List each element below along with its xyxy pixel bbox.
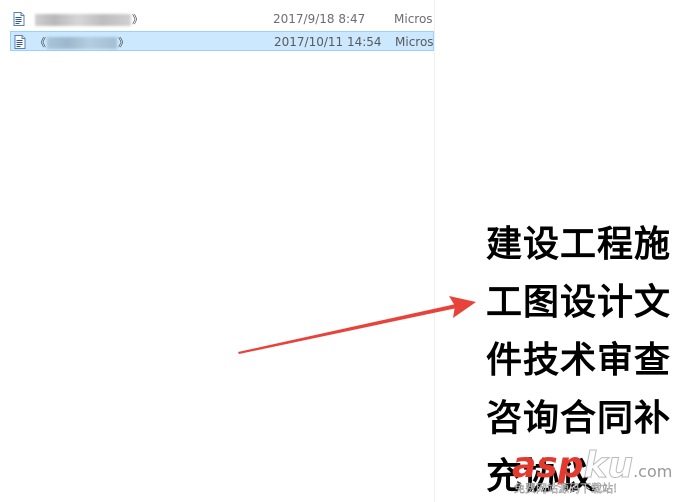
file-name[interactable]: 《》 <box>35 34 129 50</box>
watermark-slogan: 免费网站源码下载站! <box>514 482 618 495</box>
arrow-head <box>449 296 476 318</box>
redacted-filename <box>47 36 117 49</box>
pane-divider <box>434 0 435 502</box>
redacted-filename <box>35 13 131 26</box>
logo-asp: asp <box>512 445 584 486</box>
logo-ku: ku <box>583 445 634 486</box>
file-row[interactable]: 》 2017/9/18 8:47 Micros <box>10 9 434 29</box>
document-title-line: 工图设计文 <box>486 281 672 323</box>
file-row-selected[interactable]: 《》 2017/10/11 14:54 Micros <box>10 31 434 51</box>
word-document-icon <box>14 35 26 49</box>
arrow-shaft <box>238 304 457 354</box>
file-name-open: 《 <box>35 36 46 49</box>
file-name[interactable]: 》 <box>34 11 143 27</box>
word-document-icon <box>13 12 25 26</box>
file-list: 》 2017/9/18 8:47 Micros 《》 2017/10/11 14… <box>0 0 434 60</box>
document-title-line: 建设工程施 <box>486 223 672 265</box>
logo-com: .com <box>633 462 673 481</box>
file-date: 2017/10/11 14:54 <box>274 35 382 49</box>
file-name-close: 》 <box>118 36 129 49</box>
file-type: Micros <box>394 12 433 26</box>
file-type: Micros <box>395 35 434 49</box>
file-name-close: 》 <box>132 13 143 26</box>
file-date: 2017/9/18 8:47 <box>273 12 366 26</box>
screenshot-stage: 》 2017/9/18 8:47 Micros 《》 2017/10/11 14… <box>0 0 683 502</box>
document-title-line: 件技术审查 <box>486 339 672 381</box>
site-watermark: aspku.com 免费网站源码下载站! <box>512 445 678 498</box>
